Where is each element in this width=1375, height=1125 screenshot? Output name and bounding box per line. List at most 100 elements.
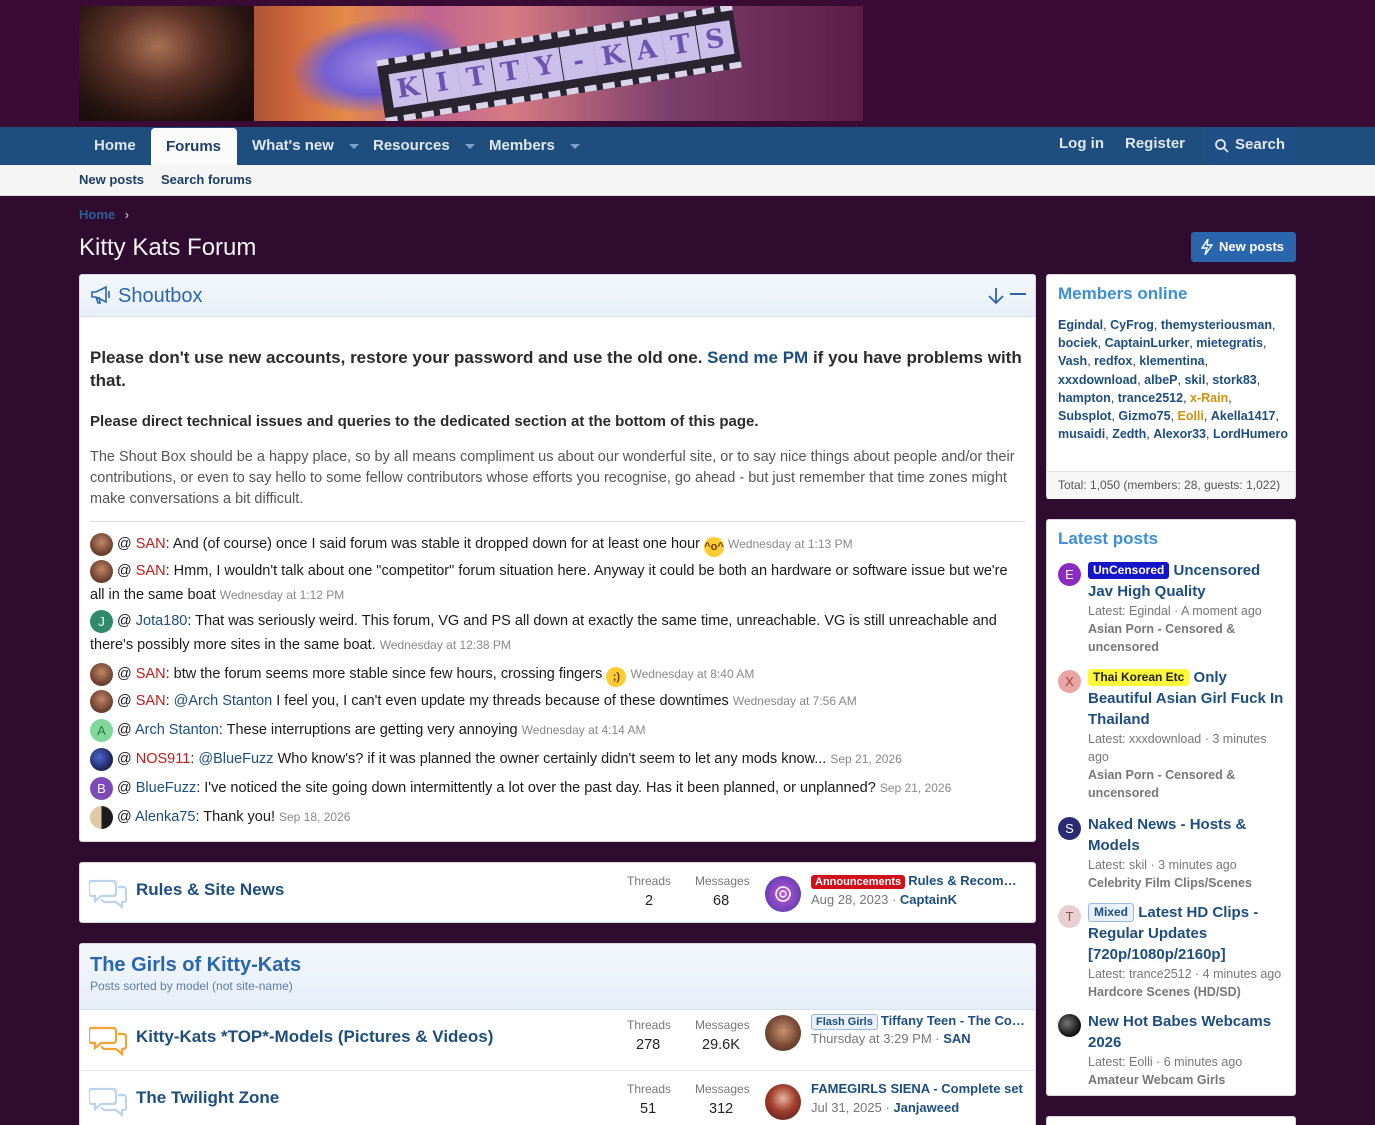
member-link[interactable]: Alexor33 — [1153, 427, 1206, 441]
register-link[interactable]: Register — [1125, 125, 1185, 163]
avatar[interactable]: S — [1058, 817, 1081, 840]
at-sign[interactable]: @ — [117, 751, 132, 767]
username[interactable]: Jota180 — [136, 613, 188, 629]
at-sign[interactable]: @ — [117, 722, 132, 738]
at-sign[interactable]: @ — [117, 536, 132, 552]
latest-post-forum[interactable]: Hardcore Scenes (HD/SD) — [1088, 983, 1288, 1001]
members-online-title[interactable]: Members online — [1058, 284, 1187, 304]
mention-link[interactable]: @BlueFuzz — [198, 751, 273, 767]
member-link[interactable]: Subsplot — [1058, 409, 1111, 423]
last-post-user[interactable]: CaptainK — [900, 892, 957, 907]
avatar[interactable] — [90, 662, 113, 686]
member-link[interactable]: xxxdownload — [1058, 373, 1137, 387]
at-sign[interactable]: @ — [117, 780, 132, 796]
latest-posts-title[interactable]: Latest posts — [1058, 529, 1158, 549]
latest-post-forum[interactable]: Celebrity Film Clips/Scenes — [1088, 874, 1288, 892]
login-link[interactable]: Log in — [1059, 125, 1104, 163]
prefix-badge[interactable]: UnCensored — [1088, 562, 1170, 579]
latest-post-forum[interactable]: Asian Porn - Censored & uncensored — [1088, 766, 1288, 802]
forum-title[interactable]: Kitty-Kats *TOP*-Models (Pictures & Vide… — [136, 1027, 493, 1047]
scroll-down-icon[interactable] — [986, 286, 1006, 306]
new-posts-button[interactable]: New posts — [1191, 232, 1296, 262]
search-button[interactable]: Search — [1203, 127, 1296, 165]
member-link[interactable]: Zedth — [1112, 427, 1146, 441]
avatar[interactable]: A — [90, 718, 113, 742]
forum-title[interactable]: Rules & Site News — [136, 880, 284, 900]
nav-whats-new[interactable]: What's new — [252, 127, 359, 165]
latest-post-link[interactable]: Mixed Latest HD Clips - Regular Updates … — [1088, 902, 1288, 965]
avatar[interactable] — [765, 1084, 801, 1120]
avatar[interactable]: X — [1058, 670, 1081, 693]
member-link[interactable]: hampton — [1058, 391, 1111, 405]
forum-title[interactable]: The Twilight Zone — [136, 1088, 279, 1108]
username[interactable]: Arch Stanton — [135, 722, 219, 738]
member-link[interactable]: Gizmo75 — [1118, 409, 1170, 423]
avatar[interactable] — [90, 559, 113, 583]
username[interactable]: BlueFuzz — [136, 780, 196, 796]
prefix-badge[interactable]: Announcements — [811, 875, 906, 889]
chevron-down-icon[interactable] — [464, 143, 475, 149]
avatar[interactable]: J — [90, 609, 113, 633]
username[interactable]: Alenka75 — [135, 809, 195, 825]
last-thread-link[interactable]: FAMEGIRLS SIENA - Complete set — [811, 1081, 1026, 1096]
at-sign[interactable]: @ — [117, 809, 132, 825]
at-sign[interactable]: @ — [117, 563, 132, 579]
at-sign[interactable]: @ — [117, 666, 132, 682]
last-post-user[interactable]: Janjaweed — [893, 1100, 959, 1115]
prefix-badge[interactable]: Thai Korean Etc — [1088, 669, 1190, 686]
member-link[interactable]: Egindal — [1058, 318, 1103, 332]
subnav-search-forums[interactable]: Search forums — [161, 172, 252, 187]
username[interactable]: NOS911 — [136, 751, 191, 767]
member-link[interactable]: LordHumero — [1213, 427, 1288, 441]
mention-link[interactable]: @Arch Stanton — [174, 693, 273, 709]
last-thread-title[interactable]: Rules & Recommendations — [908, 873, 1026, 888]
site-logo-banner[interactable]: KITTY-KATS — [79, 6, 863, 121]
collapse-icon[interactable] — [1010, 293, 1026, 297]
chevron-down-icon[interactable] — [569, 143, 580, 149]
latest-post-link[interactable]: Naked News - Hosts & Models — [1088, 814, 1288, 856]
chevron-down-icon[interactable] — [348, 143, 359, 149]
member-link[interactable]: albeP — [1144, 373, 1177, 387]
nav-resources[interactable]: Resources — [373, 127, 475, 165]
breadcrumb-home[interactable]: Home — [79, 207, 115, 222]
avatar[interactable]: E — [1058, 563, 1081, 586]
last-thread-link[interactable]: AnnouncementsRules & Recommendations — [811, 873, 1026, 889]
member-link[interactable]: CaptainLurker — [1105, 336, 1190, 350]
member-link[interactable]: CyFrog — [1110, 318, 1154, 332]
subnav-new-posts[interactable]: New posts — [79, 172, 144, 187]
member-link[interactable]: themysteriousman — [1161, 318, 1272, 332]
last-post-user[interactable]: SAN — [943, 1031, 970, 1046]
at-sign[interactable]: @ — [117, 693, 132, 709]
category-title[interactable]: The Girls of Kitty-Kats — [90, 954, 301, 977]
latest-post-link[interactable]: New Hot Babes Webcams 2026 — [1088, 1011, 1288, 1053]
at-sign[interactable]: @ — [117, 613, 132, 629]
prefix-badge[interactable]: Mixed — [1088, 903, 1135, 922]
nav-home[interactable]: Home — [94, 127, 136, 165]
latest-post-link[interactable]: Thai Korean Etc Only Beautiful Asian Gir… — [1088, 667, 1288, 730]
prefix-badge[interactable]: Flash Girls — [811, 1014, 878, 1030]
username[interactable]: SAN — [136, 563, 166, 579]
member-link[interactable]: stork83 — [1212, 373, 1256, 387]
member-link[interactable]: x-Rain — [1190, 391, 1228, 405]
member-link[interactable]: Vash — [1058, 354, 1087, 368]
member-link[interactable]: musaidi — [1058, 427, 1105, 441]
avatar[interactable] — [1058, 1014, 1081, 1037]
avatar[interactable] — [765, 1015, 801, 1051]
member-link[interactable]: klementina — [1139, 354, 1204, 368]
member-link[interactable]: Akella1417 — [1211, 409, 1276, 423]
member-link[interactable]: mietegratis — [1196, 336, 1263, 350]
last-thread-link[interactable]: Flash GirlsTiffany Teen - The Collection — [811, 1013, 1026, 1030]
avatar[interactable] — [90, 747, 113, 771]
latest-post-forum[interactable]: Asian Porn - Censored & uncensored — [1088, 620, 1288, 656]
member-link[interactable]: redfox — [1094, 354, 1132, 368]
nav-forums[interactable]: Forums — [151, 128, 237, 165]
avatar[interactable] — [90, 532, 113, 556]
member-link[interactable]: bociek — [1058, 336, 1098, 350]
avatar[interactable]: B — [90, 776, 113, 800]
member-link[interactable]: skil — [1184, 373, 1205, 387]
member-link[interactable]: trance2512 — [1118, 391, 1183, 405]
avatar[interactable] — [90, 805, 113, 829]
latest-post-forum[interactable]: Amateur Webcam Girls — [1088, 1071, 1288, 1089]
send-pm-link[interactable]: Send me PM — [707, 348, 808, 367]
avatar[interactable] — [765, 876, 801, 912]
